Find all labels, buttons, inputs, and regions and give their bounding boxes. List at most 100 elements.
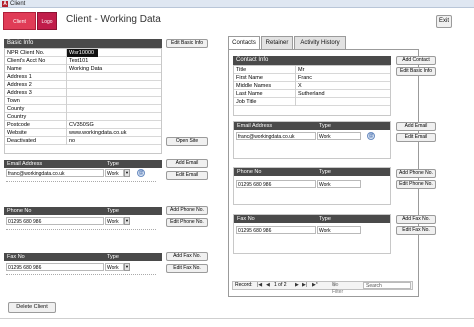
tab-contacts[interactable]: Contacts	[228, 36, 260, 50]
basic-field-value[interactable]: CV350SG	[66, 121, 160, 129]
basic-field-value[interactable]: no	[66, 137, 160, 145]
form-header: Client Logo Client - Working Data Exit	[0, 9, 474, 33]
previous-record-icon[interactable]: ◀	[266, 282, 270, 289]
basic-field-row: Website www.workingdata.co.uk	[5, 129, 161, 137]
contact-email-value[interactable]: franc@workingdata.co.uk	[236, 132, 316, 140]
chevron-down-icon[interactable]: ▼	[124, 263, 130, 271]
next-record-icon[interactable]: ▶	[295, 282, 299, 289]
filter-label: No Filter	[332, 282, 344, 295]
basic-info-header: Basic Info	[4, 39, 162, 48]
client-fax-value[interactable]: 01295 680 986	[6, 263, 104, 271]
basic-field-value[interactable]	[66, 89, 160, 97]
client-phone-new-row[interactable]	[6, 229, 156, 230]
edit-contact-info-button[interactable]: Edit Basic Info	[396, 67, 436, 76]
send-email-icon[interactable]: @	[137, 169, 145, 177]
client-fax-row[interactable]: 01295 680 986 Work ▼	[4, 263, 162, 272]
add-phone-button[interactable]: Add Phone No.	[166, 206, 208, 215]
edit-contact-email-button[interactable]: Edit Email	[396, 133, 436, 142]
basic-field-value[interactable]: Test101	[66, 57, 160, 65]
basic-field-value[interactable]	[66, 73, 160, 81]
add-contact-email-button[interactable]: Add Email	[396, 122, 436, 131]
client-fax-new-row[interactable]	[6, 274, 156, 275]
contact-field-row: Job Title	[234, 98, 390, 106]
basic-field-value[interactable]: Wsr10000	[66, 49, 98, 57]
add-contact-button[interactable]: Add Contact	[396, 56, 436, 65]
client-phone-value[interactable]: 01295 680 986	[6, 217, 104, 225]
client-email-type[interactable]: Work	[105, 169, 124, 177]
basic-info-fields: NPR Client No. Wsr10000 Client's Acct No Te…	[4, 48, 162, 154]
client-button[interactable]: Client	[3, 12, 36, 30]
basic-field-row: Name Working Data	[5, 65, 161, 73]
contact-fax-value[interactable]: 01295 680 986	[236, 226, 316, 234]
basic-field-label: Country	[7, 114, 27, 120]
basic-field-row: Address 3	[5, 89, 161, 97]
basic-field-row: Address 1	[5, 73, 161, 81]
basic-field-label: Address 1	[7, 74, 32, 80]
logo-button[interactable]: Logo	[37, 12, 57, 30]
last-record-icon[interactable]: ▶|	[302, 282, 307, 289]
basic-field-value[interactable]: www.workingdata.co.uk	[66, 129, 160, 137]
basic-field-label: Deactivated	[7, 138, 37, 144]
contact-field-label: Last Name	[236, 91, 263, 97]
contact-field-row: First Name Franc	[234, 74, 390, 82]
contact-phone-value[interactable]: 01295 680 986	[236, 180, 316, 188]
contact-phone-type[interactable]: Work	[317, 180, 361, 188]
contact-field-row: Title Mr	[234, 66, 390, 74]
open-site-button[interactable]: Open Site	[166, 137, 208, 146]
contact-info-header: Contact Info	[233, 56, 391, 65]
tab-retainer[interactable]: Retainer	[261, 36, 293, 49]
edit-email-button[interactable]: Edit Email	[166, 171, 208, 180]
send-email-icon[interactable]: @	[367, 132, 375, 140]
contact-field-value[interactable]: X	[295, 82, 389, 90]
add-fax-button[interactable]: Add Fax No.	[166, 252, 208, 261]
client-phone-row[interactable]: 01295 680 986 Work ▼	[4, 217, 162, 226]
exit-button[interactable]: Exit	[436, 15, 452, 28]
contact-field-label: Middle Names	[236, 83, 272, 89]
new-record-icon[interactable]: ▶*	[312, 282, 318, 289]
contact-fax-type[interactable]: Work	[317, 226, 361, 234]
contact-email-type[interactable]: Work	[317, 132, 361, 140]
contact-field-label: First Name	[236, 75, 263, 81]
client-fax-type[interactable]: Work	[105, 263, 124, 271]
tab-activity-history[interactable]: Activity History	[294, 36, 346, 49]
email-type-column: Type	[107, 161, 119, 167]
client-email-value[interactable]: franc@workingdata.co.uk	[6, 169, 104, 177]
record-search-input[interactable]: Search	[363, 282, 411, 289]
basic-field-label: Website	[7, 130, 27, 136]
contact-phone-row[interactable]: 01295 680 986 Work	[234, 180, 390, 189]
basic-field-label: Address 3	[7, 90, 32, 96]
edit-fax-button[interactable]: Edit Fax No.	[166, 264, 208, 273]
form-footer-divider	[0, 318, 474, 319]
basic-field-value[interactable]	[66, 97, 160, 105]
form-title: Client - Working Data	[66, 14, 161, 25]
basic-field-value[interactable]	[66, 113, 160, 121]
basic-field-value[interactable]	[66, 105, 160, 113]
contact-fax-row[interactable]: 01295 680 986 Work	[234, 226, 390, 235]
edit-contact-fax-button[interactable]: Edit Fax No.	[396, 226, 436, 235]
contact-field-value[interactable]: Sutherland	[295, 90, 389, 98]
client-email-new-row[interactable]	[6, 181, 156, 182]
contact-field-value[interactable]	[295, 98, 389, 106]
add-email-button[interactable]: Add Email	[166, 159, 208, 168]
contact-field-value[interactable]: Mr	[295, 66, 389, 74]
edit-phone-button[interactable]: Edit Phone No.	[166, 218, 208, 227]
contact-field-row: Last Name Sutherland	[234, 90, 390, 98]
client-email-row[interactable]: franc@workingdata.co.uk Work ▼ @	[4, 169, 162, 178]
delete-client-button[interactable]: Delete Client	[8, 302, 56, 313]
edit-contact-phone-button[interactable]: Edit Phone No.	[396, 180, 436, 189]
first-record-icon[interactable]: |◀	[257, 282, 262, 289]
contact-field-value[interactable]: Franc	[295, 74, 389, 82]
contact-email-row[interactable]: franc@workingdata.co.uk Work @	[234, 132, 390, 141]
record-position[interactable]: 1 of 2	[274, 282, 287, 289]
contact-field-row: Middle Names X	[234, 82, 390, 90]
chevron-down-icon[interactable]: ▼	[124, 217, 130, 225]
access-app-icon: A	[2, 1, 8, 7]
chevron-down-icon[interactable]: ▼	[124, 169, 130, 177]
basic-field-label: Client's Acct No	[7, 58, 46, 64]
add-contact-phone-button[interactable]: Add Phone No.	[396, 169, 436, 178]
edit-basic-info-button[interactable]: Edit Basic Info	[166, 39, 208, 48]
basic-field-value[interactable]	[66, 81, 160, 89]
add-contact-fax-button[interactable]: Add Fax No.	[396, 215, 436, 224]
client-phone-type[interactable]: Work	[105, 217, 124, 225]
basic-field-value[interactable]: Working Data	[66, 65, 160, 73]
